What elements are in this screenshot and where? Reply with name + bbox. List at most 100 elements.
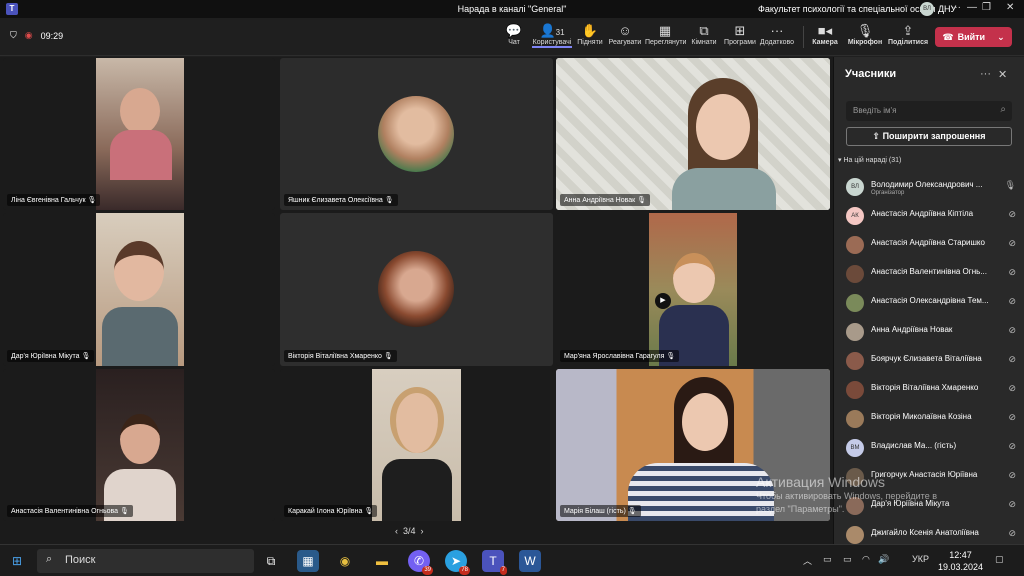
participant-row[interactable]: Анастасія Валентинівна Огнь... ⊘ xyxy=(844,261,1020,290)
chevron-left-icon[interactable]: ‹ xyxy=(395,526,398,536)
mic-off-icon: ⊘ xyxy=(1008,383,1016,393)
language-indicator[interactable]: УКР xyxy=(912,554,929,564)
participant-row[interactable]: Боярчук Єлизавета Віталіївна ⊘ xyxy=(844,348,1020,377)
mic-off-icon: 🎙 xyxy=(87,197,97,204)
panel-more-icon[interactable]: ··· xyxy=(980,68,991,80)
apps-button[interactable]: ⊞ Програми xyxy=(720,23,760,46)
avatar: ВМ xyxy=(846,439,864,457)
people-icon: 👤31 xyxy=(539,23,565,38)
pagination: ‹ 3/4 › xyxy=(395,526,424,536)
title-bar: T Нарада в каналі "General" Факультет пс… xyxy=(0,0,1024,18)
battery-icon[interactable]: ▭ xyxy=(843,554,852,565)
chat-button[interactable]: 💬 Чат xyxy=(494,23,534,46)
participant-row[interactable]: Вікторія Віталіївна Хмаренко ⊘ xyxy=(844,377,1020,406)
user-avatar[interactable]: ВЛ xyxy=(920,2,934,16)
mic-button[interactable]: 🎙 Мікрофон xyxy=(845,23,885,46)
shield-icon: ⛉ xyxy=(10,30,17,40)
mic-off-icon: 🎙 xyxy=(637,197,647,204)
chrome-icon[interactable]: ◉ xyxy=(334,550,356,572)
participant-row[interactable]: Анна Андріївна Новак ⊘ xyxy=(844,319,1020,348)
participant-tile[interactable]: Каракай Ілона Юріївна 🎙 xyxy=(280,369,553,521)
people-button[interactable]: 👤31 Користувачі xyxy=(532,23,572,48)
participant-search-input[interactable]: Введіть ім'я ⌕ xyxy=(846,101,1012,121)
mic-icon: 🎙 xyxy=(856,23,874,38)
mic-off-icon: ⊘ xyxy=(1008,470,1016,480)
task-view-icon[interactable]: ⧉ xyxy=(260,550,282,572)
participant-row[interactable]: ВЛ Володимир Олександрович ... Організатор… xyxy=(844,174,1020,203)
taskbar: ⊞ ⌕ Поиск ⧉ ▦ ◉ ▬ ✆ 39 ➤ 78 T7 W ︿ ▭ ▭ ◠ 🔊 … xyxy=(0,544,1024,576)
participant-tile[interactable]: Ліна Євгенівна Гальчук 🎙 xyxy=(3,58,275,210)
recording-icon: ◉ xyxy=(24,30,33,40)
folder-icon[interactable]: ▬ xyxy=(371,550,393,572)
participant-row[interactable]: Анастасія Андріївна Старишко ⊘ xyxy=(844,232,1020,261)
teams-icon[interactable]: T7 xyxy=(482,550,507,575)
participant-row[interactable]: ВМ Владислав Ма... (гість) ⊘ xyxy=(844,435,1020,464)
section-header[interactable]: ▾ На цій нараді (31) xyxy=(838,156,901,164)
panel-close-icon[interactable]: ✕ xyxy=(998,68,1007,81)
react-button[interactable]: ☺ Реагувати xyxy=(605,23,645,46)
mic-off-icon: ⊘ xyxy=(1008,238,1016,248)
more-icon[interactable]: ··· xyxy=(951,2,961,13)
grid-icon: ▦ xyxy=(658,23,672,38)
avatar: ВЛ xyxy=(846,178,864,196)
page-indicator: 3/4 xyxy=(403,526,416,536)
participant-tile[interactable]: Яшник Єлизавета Олексіївна 🎙 xyxy=(280,58,553,210)
start-icon[interactable]: ⊞ xyxy=(6,550,28,572)
restore-icon[interactable]: ❐ xyxy=(982,2,991,13)
mic-off-icon: ⊘ xyxy=(1008,499,1016,509)
avatar xyxy=(378,251,454,327)
mic-off-icon: ⊘ xyxy=(1008,354,1016,364)
share-button[interactable]: ⇪ Поділитися xyxy=(888,23,928,46)
participant-tile[interactable]: Анастасія Валентинівна Огньова 🎙 xyxy=(3,369,275,521)
view-button[interactable]: ▦ Переглянути xyxy=(645,23,686,46)
mic-off-icon: ⊘ xyxy=(1008,528,1016,538)
share-invite-button[interactable]: ⇪ Поширити запрошення xyxy=(846,127,1012,146)
chevron-down-icon: ⌄ xyxy=(997,31,1005,42)
video-feed xyxy=(96,58,184,210)
search-icon: ⌕ xyxy=(1000,104,1006,115)
phone-icon: ☎ xyxy=(942,31,954,42)
participants-panel: Учасники ··· ✕ Введіть ім'я ⌕ ⇪ Поширити … xyxy=(833,57,1024,544)
rooms-button[interactable]: ⧉ Кімнати xyxy=(684,23,724,46)
share-icon: ⇪ xyxy=(872,131,881,141)
clock[interactable]: 12:47 19.03.2024 xyxy=(938,549,983,573)
avatar xyxy=(378,96,454,172)
ellipsis-icon: ··· xyxy=(770,23,784,38)
mic-off-icon: ⊘ xyxy=(1008,296,1016,306)
camera-button[interactable]: ■◂ Камера xyxy=(805,23,845,46)
participant-name: Володимир Олександрович ... xyxy=(871,180,983,189)
mic-off-icon: ⊘ xyxy=(1008,325,1016,335)
participant-tile[interactable]: Анна Андріївна Новак 🎙 xyxy=(556,58,830,210)
video-stage: Ліна Євгенівна Гальчук 🎙 Дар'я Юріївна М… xyxy=(0,57,833,544)
participant-tile[interactable]: ▶ Мар'яна Ярославівна Гарагуля 🎙 xyxy=(556,213,830,366)
avatar xyxy=(846,236,864,254)
share-icon: ⇪ xyxy=(902,23,914,38)
mic-off-icon: ⊘ xyxy=(1008,412,1016,422)
participant-name: Владислав Ма... (гість) xyxy=(871,441,957,450)
wifi-icon[interactable]: ◠ xyxy=(862,554,870,565)
participant-name: Анна Андріївна Новак xyxy=(871,325,953,334)
calculator-icon[interactable]: ▦ xyxy=(297,550,319,572)
participant-row[interactable]: Анастасія Олександрівна Тем... ⊘ xyxy=(844,290,1020,319)
participant-tile[interactable]: Вікторія Віталіївна Хмаренко 🎙 xyxy=(280,213,553,366)
participant-row[interactable]: Вікторія Миколаївна Козіна ⊘ xyxy=(844,406,1020,435)
raise-hand-button[interactable]: ✋ Підняти xyxy=(570,23,610,46)
viber-icon[interactable]: ✆ 39 xyxy=(408,550,433,575)
participant-row[interactable]: АК Анастасія Андріївна Кіптіла ⊘ xyxy=(844,203,1020,232)
word-icon[interactable]: W xyxy=(519,550,541,572)
chevron-up-icon[interactable]: ︿ xyxy=(803,554,812,567)
taskbar-search[interactable]: ⌕ Поиск xyxy=(37,549,254,573)
notifications-icon[interactable]: ▢ xyxy=(995,554,1004,565)
activation-watermark: Активация Windows Чтобы активировать Win… xyxy=(756,474,937,514)
minimize-icon[interactable]: — xyxy=(967,2,977,13)
leave-button[interactable]: ☎ Вийти ⌄ xyxy=(935,27,1012,47)
participant-tile[interactable]: Дар'я Юріївна Мікута 🎙 xyxy=(3,213,275,366)
more-button[interactable]: ··· Додатково xyxy=(757,23,797,46)
volume-icon[interactable]: 🔊 xyxy=(878,554,889,565)
telegram-icon[interactable]: ➤ 78 xyxy=(445,550,470,575)
close-window-icon[interactable]: ✕ xyxy=(1006,2,1014,13)
participant-name: Анастасія Андріївна Старишко xyxy=(871,238,985,247)
mic-off-icon: 🎙 xyxy=(364,508,374,515)
chevron-right-icon[interactable]: › xyxy=(421,526,424,536)
participant-name: Анастасія Валентинівна Огнь... xyxy=(871,267,987,276)
